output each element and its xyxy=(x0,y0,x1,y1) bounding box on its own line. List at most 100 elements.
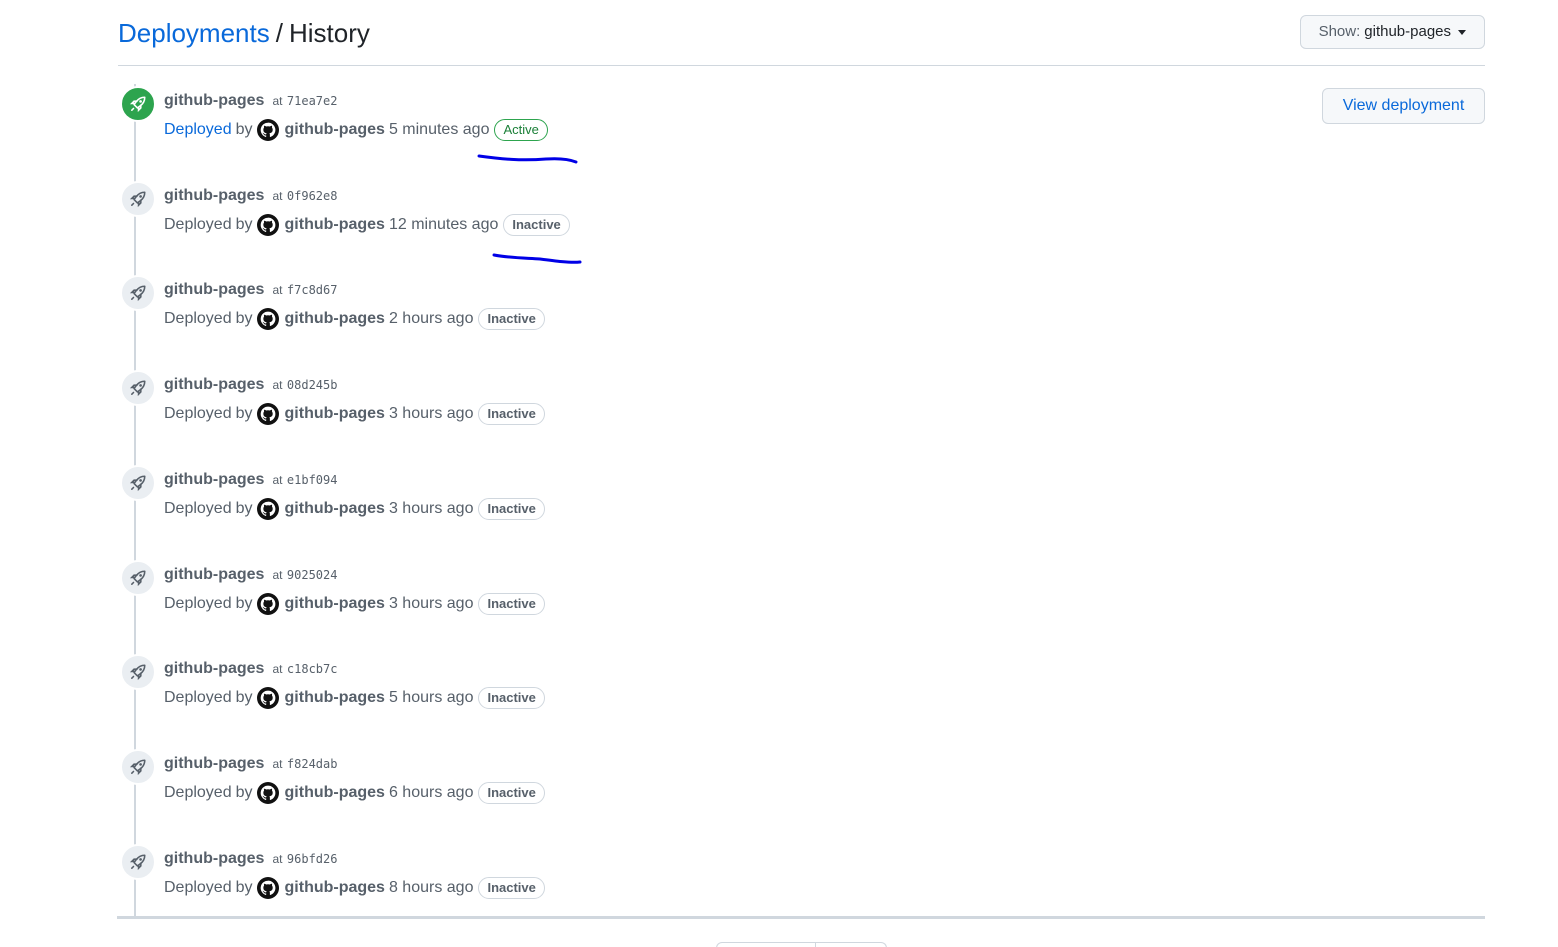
status-badge: Inactive xyxy=(478,782,545,804)
commit-sha-link[interactable]: 08d245b xyxy=(287,378,338,392)
breadcrumb-deployments-link[interactable]: Deployments xyxy=(118,18,270,48)
environment-name[interactable]: github-pages xyxy=(164,281,264,298)
github-octocat-icon[interactable] xyxy=(256,498,279,520)
commit-sha-link[interactable]: f824dab xyxy=(287,757,338,771)
rocket-icon xyxy=(120,465,156,501)
environment-filter-button[interactable]: Show: github-pages xyxy=(1299,15,1485,49)
deployment-title: github-pages at c18cb7c xyxy=(164,659,337,679)
deployment-meta: Deployed by github-pages 6 hours ago Inactiv… xyxy=(164,781,545,805)
deployed-label: Deployed xyxy=(164,689,232,706)
actor-name[interactable]: github-pages xyxy=(285,118,385,142)
at-label: at xyxy=(272,568,283,582)
github-octocat-icon[interactable] xyxy=(256,308,279,330)
at-label: at xyxy=(272,283,283,297)
commit-sha-link[interactable]: 9025024 xyxy=(287,568,338,582)
at-label: at xyxy=(272,94,283,108)
deployment-meta: Deployed by github-pages 3 hours ago Inactiv… xyxy=(164,402,545,426)
commit-sha-link[interactable]: f7c8d67 xyxy=(287,283,338,297)
actor-name[interactable]: github-pages xyxy=(285,686,385,710)
status-badge: Inactive xyxy=(478,877,545,899)
commit-sha-link[interactable]: 96bfd26 xyxy=(287,852,338,866)
deployment-title: github-pages at e1bf094 xyxy=(164,470,337,490)
deployment-entry: github-pages at 0f962e8 Deployed by github-p… xyxy=(118,179,1018,249)
by-label: by xyxy=(235,784,253,801)
rocket-icon xyxy=(120,749,156,785)
relative-time: 3 hours ago xyxy=(388,405,474,422)
commit-sha-link[interactable]: c18cb7c xyxy=(287,662,338,676)
breadcrumb-separator: / xyxy=(275,18,283,48)
by-label: by xyxy=(235,689,253,706)
github-octocat-icon[interactable] xyxy=(256,687,279,709)
deployed-label: Deployed xyxy=(164,500,232,517)
deployment-entry: github-pages at 96bfd26 Deployed by github-p… xyxy=(118,842,1018,912)
github-octocat-icon[interactable] xyxy=(256,403,279,425)
breadcrumb: Deployments / History xyxy=(118,16,370,50)
deployment-title: github-pages at 96bfd26 xyxy=(164,849,337,869)
deployment-title: github-pages at f824dab xyxy=(164,754,337,774)
actor-name[interactable]: github-pages xyxy=(285,592,385,616)
deployed-label: Deployed xyxy=(164,405,232,422)
rocket-icon xyxy=(120,654,156,690)
environment-name[interactable]: github-pages xyxy=(164,660,264,677)
pagination-next[interactable] xyxy=(816,943,886,947)
deployment-title: github-pages at 0f962e8 xyxy=(164,186,337,206)
status-badge: Inactive xyxy=(503,214,570,236)
actor-name[interactable]: github-pages xyxy=(285,781,385,805)
deployment-meta: Deployed by github-pages 12 minutes ago Inac… xyxy=(164,213,570,237)
by-label: by xyxy=(235,879,253,896)
breadcrumb-current: History xyxy=(288,18,370,48)
rocket-icon xyxy=(120,181,156,217)
deployed-label: Deployed xyxy=(164,784,232,801)
deployment-entry: github-pages at f824dab Deployed by github-p… xyxy=(118,747,1018,817)
by-label: by xyxy=(235,595,253,612)
environment-name[interactable]: github-pages xyxy=(164,376,264,393)
actor-name[interactable]: github-pages xyxy=(285,307,385,331)
deployed-label[interactable]: Deployed xyxy=(164,118,232,142)
rocket-icon xyxy=(120,844,156,880)
status-badge: Inactive xyxy=(478,403,545,425)
github-octocat-icon[interactable] xyxy=(256,214,279,236)
relative-time: 6 hours ago xyxy=(388,784,474,801)
environment-name[interactable]: github-pages xyxy=(164,92,264,109)
github-octocat-icon[interactable] xyxy=(256,119,279,141)
by-label: by xyxy=(235,405,253,422)
relative-time: 5 minutes ago xyxy=(388,121,490,138)
actor-name[interactable]: github-pages xyxy=(285,497,385,521)
by-label: by xyxy=(235,500,253,517)
relative-time: 2 hours ago xyxy=(388,310,474,327)
deployment-entry: github-pages at 08d245b Deployed by github-p… xyxy=(118,368,1018,438)
by-label: by xyxy=(235,121,253,138)
commit-sha-link[interactable]: 71ea7e2 xyxy=(287,94,338,108)
pagination xyxy=(716,942,887,947)
deployment-meta: Deployed by github-pages 3 hours ago Inactiv… xyxy=(164,592,545,616)
environment-name[interactable]: github-pages xyxy=(164,187,264,204)
actor-name[interactable]: github-pages xyxy=(285,213,385,237)
deployment-meta: Deployed by github-pages 8 hours ago Inactiv… xyxy=(164,876,545,900)
at-label: at xyxy=(272,378,283,392)
environment-name[interactable]: github-pages xyxy=(164,755,264,772)
deployment-meta: Deployed by github-pages 2 hours ago Inactiv… xyxy=(164,307,545,331)
deployment-meta: Deployed by github-pages 5 minutes ago Activ… xyxy=(164,118,548,142)
view-deployment-button[interactable]: View deployment xyxy=(1322,88,1485,124)
relative-time: 3 hours ago xyxy=(388,500,474,517)
actor-name[interactable]: github-pages xyxy=(285,402,385,426)
filter-prefix: Show: xyxy=(1318,23,1361,40)
environment-name[interactable]: github-pages xyxy=(164,471,264,488)
at-label: at xyxy=(272,189,283,203)
commit-sha-link[interactable]: 0f962e8 xyxy=(287,189,338,203)
pagination-previous[interactable] xyxy=(717,943,816,947)
deployment-entry: github-pages at 9025024 Deployed by github-p… xyxy=(118,558,1018,628)
list-bottom-border xyxy=(117,916,1485,919)
actor-name[interactable]: github-pages xyxy=(285,876,385,900)
github-octocat-icon[interactable] xyxy=(256,593,279,615)
deployment-title: github-pages at f7c8d67 xyxy=(164,280,337,300)
at-label: at xyxy=(272,757,283,771)
environment-name[interactable]: github-pages xyxy=(164,850,264,867)
github-octocat-icon[interactable] xyxy=(256,877,279,899)
status-badge: Inactive xyxy=(478,498,545,520)
github-octocat-icon[interactable] xyxy=(256,782,279,804)
commit-sha-link[interactable]: e1bf094 xyxy=(287,473,338,487)
relative-time: 5 hours ago xyxy=(388,689,474,706)
status-badge: Active xyxy=(494,119,548,141)
environment-name[interactable]: github-pages xyxy=(164,566,264,583)
